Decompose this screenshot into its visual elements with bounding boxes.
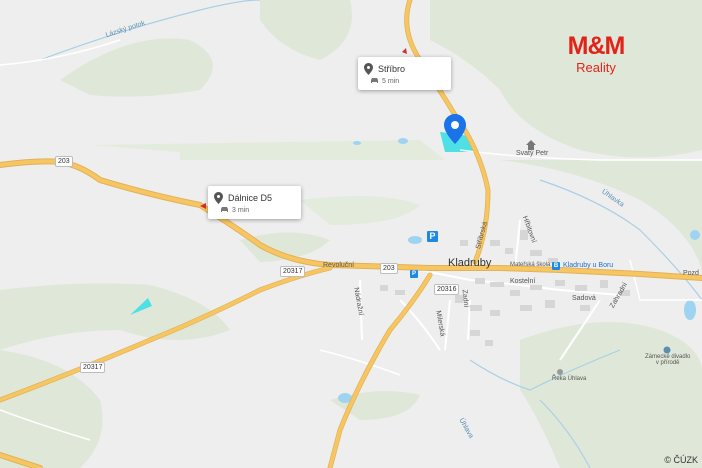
callout-title: Stříbro <box>378 64 406 74</box>
callout-dalnice-d5[interactable]: Dálnice D5 3 min <box>208 186 301 219</box>
road-number-20316: 20316 <box>434 284 460 295</box>
hill-label: Svatý Petr <box>516 150 549 157</box>
field-strip <box>90 140 445 160</box>
pozd-label: Pozd <box>683 270 699 277</box>
road-number-20317: 20317 <box>280 266 306 277</box>
forest-area <box>0 283 230 350</box>
theatre-label: Zámecké divadlo v přírodě <box>645 354 691 366</box>
street-sadova: Sadová <box>572 295 596 302</box>
brand-name: M&M <box>567 32 626 60</box>
monument-icon[interactable] <box>526 140 536 150</box>
forest-area <box>260 0 352 60</box>
pond <box>408 236 422 244</box>
callout-time: 3 min <box>232 207 250 214</box>
forest-area <box>300 196 420 225</box>
forest-area <box>430 0 702 158</box>
road-number-203: 203 <box>380 263 398 274</box>
road-20316 <box>328 273 432 468</box>
street-zadni: Zadní <box>460 289 470 308</box>
brand-logo: M&M Reality <box>556 32 636 75</box>
parking-icon[interactable]: P <box>410 270 418 278</box>
kindergarten-label: Mateřská škola <box>510 262 551 268</box>
river-label: Řeka Úhlava <box>552 376 587 382</box>
copyright: © ČÚZK <box>664 455 698 465</box>
street-revolucni: Revoluční <box>323 262 355 269</box>
callout-stribro[interactable]: Stříbro 5 min <box>358 57 451 90</box>
minor-road <box>319 349 401 376</box>
road-number-20317: 20317 <box>80 362 106 373</box>
car-icon <box>221 207 228 212</box>
road-number-203: 203 <box>55 156 73 167</box>
pond <box>398 138 408 144</box>
direction-arrow-icon <box>402 48 407 54</box>
street-kostelni: Kostelní <box>510 278 536 285</box>
viewpoint-icon[interactable] <box>556 368 564 376</box>
callout-title: Dálnice D5 <box>228 193 273 203</box>
forest-area <box>520 322 702 468</box>
forest-area <box>60 38 213 97</box>
pond <box>690 230 700 240</box>
car-icon <box>371 78 378 83</box>
pond <box>684 300 696 320</box>
bus-stop-icon[interactable]: B <box>552 262 560 270</box>
town-label: Kladruby <box>448 257 492 269</box>
brand-subtitle: Reality <box>576 60 616 75</box>
theatre-icon[interactable] <box>663 346 671 354</box>
map-pin-icon <box>214 192 223 204</box>
map-view[interactable]: Lázský potok Svatý Petr Úhlavka Kladruby… <box>0 0 702 468</box>
map-pin-icon[interactable] <box>444 114 466 144</box>
pond <box>353 141 361 145</box>
minor-road <box>444 299 451 351</box>
bus-stop-label: Kladruby u Boru <box>563 262 614 269</box>
map-pin-icon <box>364 63 373 75</box>
parking-icon[interactable]: P <box>427 231 438 242</box>
callout-time: 5 min <box>382 78 400 85</box>
